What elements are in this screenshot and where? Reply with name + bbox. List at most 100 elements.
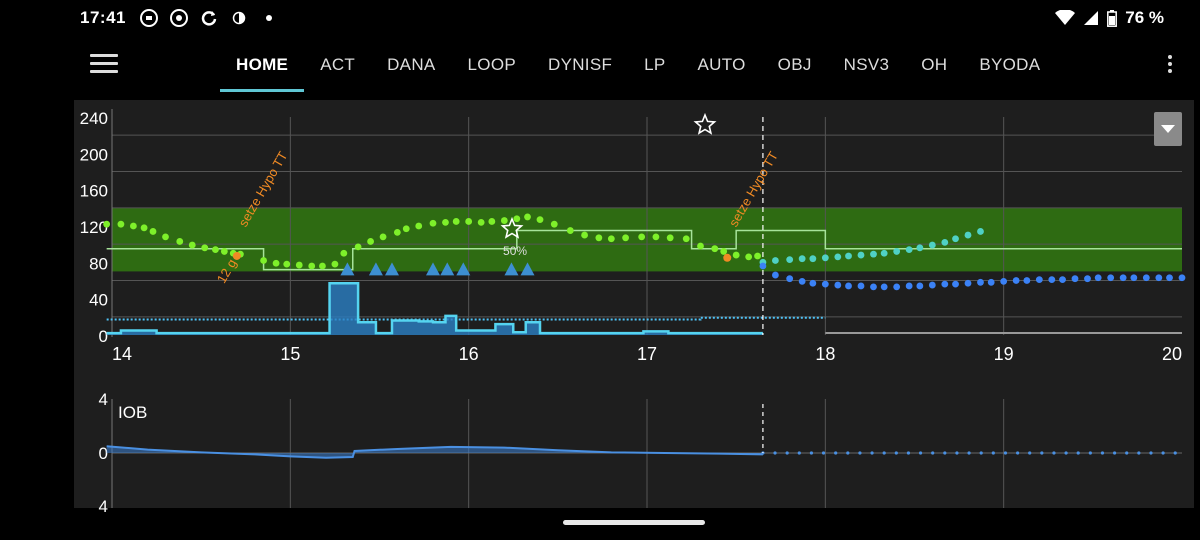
- bg-point: [260, 257, 267, 264]
- iob-prediction-point: [943, 451, 947, 455]
- iob-prediction-point: [906, 451, 911, 455]
- bg-point: [477, 218, 485, 226]
- bg-point: [354, 243, 362, 251]
- bg-point: [652, 233, 660, 241]
- bg-point: [720, 248, 728, 255]
- iob-prediction-point: [1052, 451, 1056, 455]
- bg-point: [581, 231, 588, 239]
- iob-prediction-point: [1076, 451, 1080, 455]
- bg-point: [488, 218, 496, 225]
- bg-point: [500, 217, 508, 224]
- prediction-point: [834, 253, 842, 261]
- iob-y-tick-label: 4: [99, 390, 108, 409]
- iob-prediction-point: [1137, 451, 1141, 455]
- bg-point: [130, 222, 137, 230]
- caret-down-icon: [1161, 125, 1175, 133]
- bg-point: [188, 241, 196, 249]
- prediction-low-point: [1142, 274, 1150, 282]
- graph-options-dropdown[interactable]: [1154, 112, 1182, 146]
- bg-point: [212, 246, 219, 254]
- prediction-low-point: [952, 280, 959, 288]
- bg-point: [536, 216, 544, 224]
- bg-point: [319, 262, 326, 270]
- prediction-low-point: [1059, 276, 1066, 283]
- prediction-low-point: [809, 279, 817, 287]
- gesture-nav-bar[interactable]: [563, 520, 705, 525]
- bg-point: [524, 213, 531, 221]
- bg-point: [393, 228, 401, 236]
- prediction-point: [928, 241, 936, 249]
- iob-prediction-point: [1064, 451, 1068, 455]
- bg-point: [415, 222, 423, 230]
- basal-rate-area: [106, 283, 763, 335]
- prediction-point: [857, 251, 865, 259]
- x-tick-label: 17: [637, 344, 657, 364]
- iob-prediction-point: [821, 451, 826, 455]
- bg-point: [566, 227, 574, 234]
- iob-y-tick-label: 4: [99, 497, 108, 516]
- bg-point: [711, 245, 719, 253]
- prediction-point: [941, 238, 949, 246]
- prediction-low-point: [977, 278, 984, 286]
- iob-prediction-point: [1149, 451, 1153, 455]
- prediction-low-point: [857, 282, 865, 290]
- prediction-low-point: [916, 282, 924, 290]
- iob-prediction-point: [1112, 451, 1117, 455]
- iob-prediction-point: [1003, 451, 1008, 455]
- y-tick-label: 120: [80, 218, 108, 237]
- iob-prediction-point: [797, 451, 801, 455]
- bg-point: [272, 259, 280, 267]
- iob-label: IOB: [118, 403, 147, 422]
- prediction-low-point: [772, 271, 779, 279]
- y-tick-label: 160: [80, 182, 108, 201]
- prediction-low-point: [941, 280, 949, 288]
- bg-point: [638, 233, 646, 241]
- bg-point: [367, 238, 374, 245]
- prediction-low-point: [1000, 278, 1008, 285]
- prediction-low-point: [1084, 275, 1091, 283]
- iob-prediction-point: [894, 451, 898, 455]
- iob-prediction-point: [1125, 451, 1129, 455]
- iob-prediction-point: [955, 451, 959, 455]
- y-tick-label: 240: [80, 109, 108, 128]
- bg-point: [220, 248, 228, 255]
- bg-point: [745, 253, 753, 261]
- bg-point: [340, 249, 348, 257]
- graph-canvas[interactable]: 2402001601208040014 15 16 17 18 19 20setze Hyp…: [0, 0, 1200, 540]
- iob-prediction-point: [967, 451, 971, 455]
- iob-prediction-point: [834, 451, 838, 455]
- prediction-low-point: [1023, 277, 1031, 284]
- prediction-point: [772, 257, 779, 264]
- x-tick-label: 15: [280, 344, 300, 364]
- x-tick-label: 14: [112, 344, 132, 364]
- bg-point: [607, 235, 615, 243]
- bg-point: [283, 260, 291, 268]
- prediction-low-point: [1094, 274, 1102, 282]
- iob-prediction-point: [1028, 451, 1032, 455]
- iob-prediction-point: [1040, 451, 1044, 455]
- bg-point: [140, 224, 148, 232]
- iob-prediction-point: [809, 451, 814, 455]
- iob-prediction-point: [773, 451, 777, 455]
- iob-prediction-point: [918, 451, 923, 455]
- star-icon: [693, 112, 717, 135]
- prediction-low-point: [1048, 276, 1056, 283]
- iob-prediction-point: [858, 451, 862, 455]
- y-tick-label: 0: [99, 327, 108, 346]
- prediction-low-point: [759, 262, 767, 270]
- prediction-point: [786, 256, 794, 264]
- bg-point: [452, 218, 460, 225]
- prediction-low-point: [964, 279, 972, 287]
- prediction-point: [952, 235, 959, 243]
- prediction-low-point: [928, 281, 936, 289]
- prediction-low-point: [845, 282, 852, 290]
- bg-point: [117, 220, 125, 228]
- prediction-point: [880, 249, 888, 257]
- bg-point: [402, 225, 410, 233]
- prediction-low-point: [1166, 274, 1173, 282]
- prediction-low-point: [1071, 275, 1079, 283]
- bg-point: [732, 251, 740, 259]
- bg-point: [682, 235, 690, 243]
- x-tick-label: 18: [815, 344, 835, 364]
- y-tick-label: 80: [89, 254, 108, 273]
